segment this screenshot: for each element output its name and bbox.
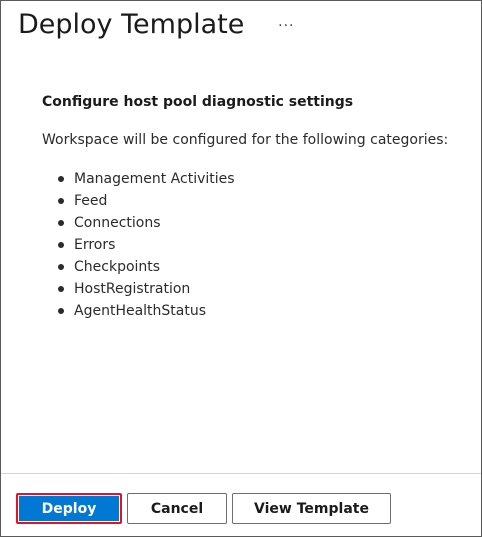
list-item: Connections xyxy=(42,212,471,234)
list-item: Feed xyxy=(42,190,471,212)
category-label: Connections xyxy=(74,215,161,231)
category-label: Feed xyxy=(74,193,108,209)
dialog-content: Configure host pool diagnostic settings … xyxy=(42,94,471,322)
category-label: Checkpoints xyxy=(74,259,161,275)
list-item: HostRegistration xyxy=(42,278,471,300)
list-item: Errors xyxy=(42,234,471,256)
category-label: AgentHealthStatus xyxy=(74,303,207,319)
view-template-button[interactable]: View Template xyxy=(232,493,391,524)
bullet-icon xyxy=(58,242,64,248)
list-item: AgentHealthStatus xyxy=(42,300,471,322)
deploy-template-dialog: Deploy Template ··· Configure host pool … xyxy=(0,0,482,537)
bullet-icon xyxy=(58,264,64,270)
page-title: Deploy Template xyxy=(18,8,245,40)
category-list: Management Activities Feed Connections E… xyxy=(42,168,471,322)
list-item: Management Activities xyxy=(42,168,471,190)
category-label: HostRegistration xyxy=(74,281,191,297)
category-label: Management Activities xyxy=(74,171,235,187)
bullet-icon xyxy=(58,220,64,226)
bullet-icon xyxy=(58,198,64,204)
category-label: Errors xyxy=(74,237,116,253)
bullet-icon xyxy=(58,308,64,314)
deploy-button[interactable]: Deploy xyxy=(16,493,122,524)
dialog-header: Deploy Template ··· xyxy=(18,4,298,44)
section-title: Configure host pool diagnostic settings xyxy=(42,94,354,110)
bullet-icon xyxy=(58,176,64,182)
more-options-icon[interactable]: ··· xyxy=(274,14,298,38)
cancel-button[interactable]: Cancel xyxy=(127,493,227,524)
description-text: Workspace will be configured for the fol… xyxy=(42,132,449,148)
bullet-icon xyxy=(58,286,64,292)
list-item: Checkpoints xyxy=(42,256,471,278)
dialog-footer: Deploy Cancel View Template xyxy=(1,473,481,537)
